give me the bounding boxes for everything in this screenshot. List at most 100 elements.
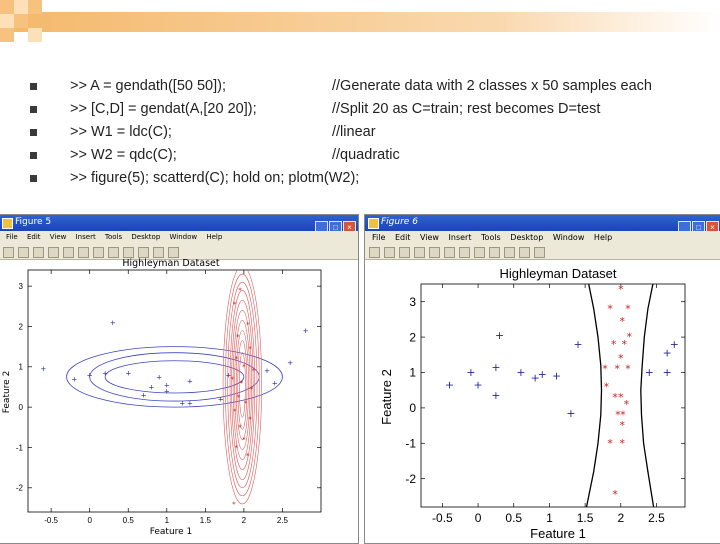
bullet-icon [30, 83, 37, 90]
data-point-class1: + [125, 368, 131, 377]
y-tick-label: 1 [409, 366, 416, 380]
data-point-class1: + [40, 364, 46, 373]
data-point-class1: + [187, 376, 193, 385]
data-point-class2: * [238, 423, 242, 432]
axes-frame [27, 269, 322, 513]
y-tick-label: 0 [19, 403, 24, 412]
x-tick-label: 1 [165, 516, 170, 525]
data-point-class2: * [246, 451, 250, 460]
data-point-class2: * [238, 286, 242, 295]
data-point-class2: * [627, 331, 633, 344]
x-axis-label: Feature 1 [530, 526, 586, 541]
y-tick-label: 1 [19, 363, 24, 372]
data-point-class1: + [164, 380, 170, 389]
data-point-class2: * [612, 391, 618, 404]
command-line: >> W1 = ldc(C); //linear [30, 122, 710, 145]
x-tick-label: -0.5 [432, 511, 453, 525]
y-axis-label: Feature 2 [379, 369, 394, 425]
data-point-class1: + [466, 366, 475, 379]
data-point-class1: + [287, 358, 293, 367]
x-axis-label: Feature 1 [150, 527, 193, 537]
bullet-icon [30, 152, 37, 159]
data-point-class2: * [236, 332, 240, 341]
data-point-class1: + [218, 394, 224, 403]
data-point-class1: + [552, 370, 561, 383]
x-tick-label: 0 [475, 511, 482, 525]
data-point-class2: * [620, 437, 626, 450]
data-point-class2: * [611, 338, 617, 351]
data-point-class2: * [622, 338, 628, 351]
data-point-class2: * [607, 302, 613, 315]
data-point-class2: * [244, 399, 248, 408]
command-line: >> figure(5); scatterd(C); hold on; plot… [30, 168, 710, 191]
figure-window-left[interactable]: Figure 5 _ □ × File Edit View Insert Tools… [0, 214, 359, 544]
x-tick-label: 2 [617, 511, 624, 525]
data-point-class1: + [102, 368, 108, 377]
x-tick-label: 0.5 [123, 516, 135, 525]
data-point-class1: + [645, 366, 654, 379]
data-point-class2: * [620, 315, 626, 328]
data-point-class2: * [625, 363, 631, 376]
data-point-class2: * [612, 488, 618, 501]
data-point-class1: + [148, 382, 154, 391]
data-point-class2: * [246, 320, 250, 329]
data-point-class2: * [232, 499, 236, 508]
data-point-class1: + [495, 329, 504, 342]
plot-area: Highleyman Dataset Feature 1 Feature 2 -… [2, 258, 322, 537]
data-point-class2: * [233, 407, 237, 416]
data-point-class1: + [573, 338, 582, 351]
command-code: >> A = gendath([50 50]); [70, 78, 227, 94]
data-point-class2: * [248, 415, 252, 424]
x-tick-label: -0.5 [44, 516, 58, 525]
chart-title: Highleyman Dataset [499, 266, 616, 281]
data-point-class2: * [625, 302, 631, 315]
x-tick-label: 2 [242, 516, 247, 525]
y-tick-label: -1 [16, 443, 24, 452]
data-point-class1: + [272, 378, 278, 387]
data-point-class2: * [240, 378, 244, 387]
data-point-class1: + [179, 399, 185, 408]
chart-title: Highleyman Dataset [122, 258, 220, 269]
x-tick-label: 1 [546, 511, 553, 525]
figure-window-right[interactable]: Figure 6 _ □ × File Edit View Insert Tools… [364, 214, 720, 544]
data-point-class2: * [615, 363, 621, 376]
bullet-icon [30, 106, 37, 113]
y-tick-label: -2 [405, 472, 416, 486]
data-point-class1: + [264, 366, 270, 375]
command-code: >> figure(5); scatterd(C); hold on; plot… [70, 170, 360, 186]
data-point-class1: + [303, 326, 309, 335]
data-point-class1: + [71, 374, 77, 383]
data-point-class2: * [602, 363, 608, 376]
data-point-class2: * [234, 354, 238, 363]
command-comment: //Generate data with 2 classes x 50 samp… [332, 78, 652, 94]
y-axis-label: Feature 2 [2, 371, 12, 414]
data-point-class2: * [231, 374, 235, 383]
data-point-class1: + [110, 318, 116, 327]
plot-area: Highleyman Dataset Feature 1 Feature 2 -… [379, 266, 686, 541]
data-point-class1: + [187, 399, 193, 408]
data-point-class2: * [248, 344, 252, 353]
x-tick-label: 1.5 [577, 511, 594, 525]
data-point-class2: * [607, 437, 613, 450]
data-point-class1: + [491, 389, 500, 402]
bullet-icon [30, 129, 37, 136]
data-point-class2: * [251, 366, 255, 375]
title-decoration [0, 0, 720, 42]
data-point-class1: + [445, 378, 454, 391]
y-tick-label: 0 [409, 401, 416, 415]
command-comment: //linear [332, 124, 376, 140]
x-tick-label: 1.5 [200, 516, 212, 525]
data-point-class2: * [242, 435, 246, 444]
data-point-class2: * [237, 392, 241, 401]
bullet-icon [30, 175, 37, 182]
data-point-class2: * [250, 384, 254, 393]
data-point-class1: + [663, 347, 672, 360]
command-comment: //Split 20 as C=train; rest becomes D=te… [332, 101, 601, 117]
command-list: >> A = gendath([50 50]); //Generate data … [30, 76, 710, 191]
command-comment: //quadratic [332, 147, 400, 163]
x-tick-label: 0 [87, 516, 92, 525]
x-tick-label: 0.5 [505, 511, 522, 525]
command-code: >> W2 = qdc(C); [70, 147, 177, 163]
data-point-class1: + [566, 407, 575, 420]
command-code: >> [C,D] = gendat(A,[20 20]); [70, 101, 257, 117]
